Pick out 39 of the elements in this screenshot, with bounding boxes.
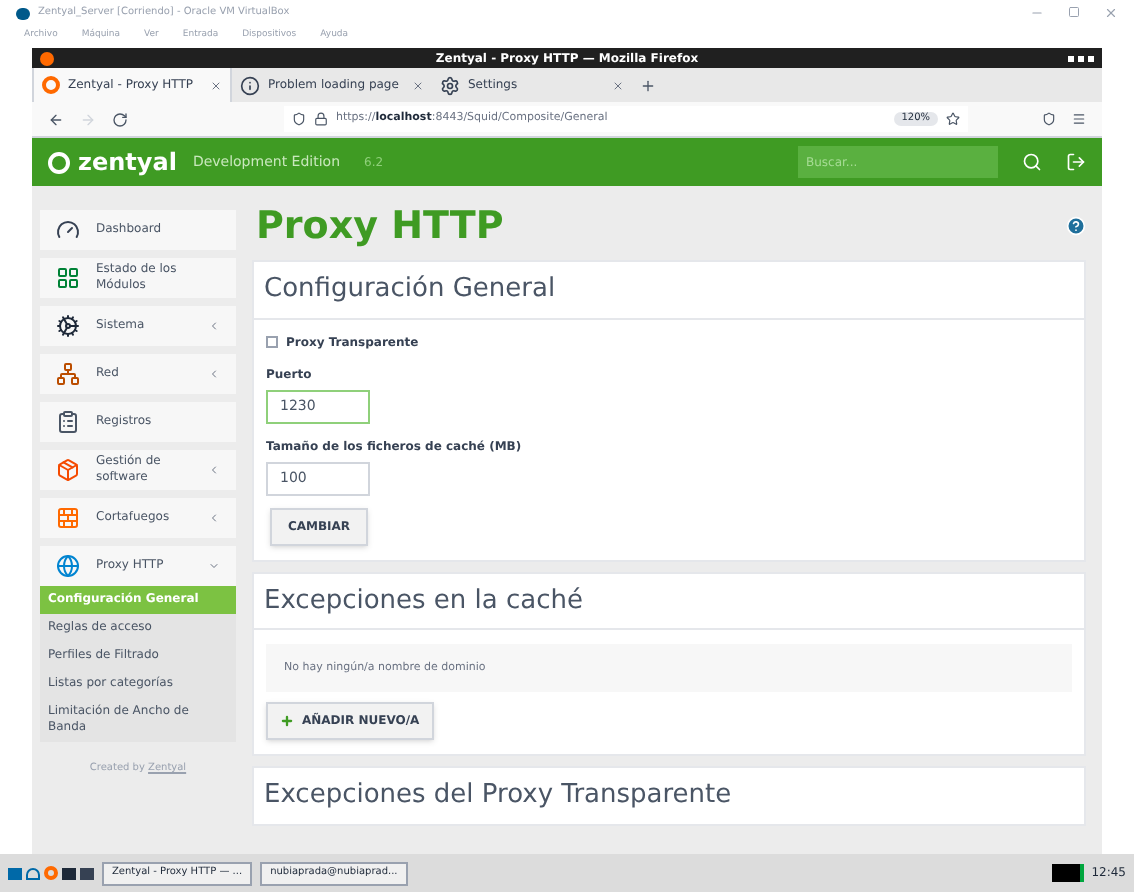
plus-icon bbox=[280, 714, 294, 729]
card-heading: Excepciones del Proxy Transparente bbox=[262, 778, 734, 815]
firefox-icon bbox=[40, 51, 54, 65]
app-icon bbox=[16, 7, 30, 19]
page-title: Proxy HTTP bbox=[254, 204, 504, 248]
logo-text: zentyal bbox=[78, 150, 177, 174]
window-controls-icon[interactable] bbox=[1068, 55, 1094, 61]
close-icon[interactable] bbox=[1104, 6, 1118, 20]
search-icon[interactable] bbox=[1022, 152, 1042, 172]
card-heading: Excepciones en la caché bbox=[254, 573, 1084, 630]
logout-icon[interactable] bbox=[1066, 152, 1086, 172]
reload-icon[interactable] bbox=[112, 111, 128, 127]
brick-wall-icon bbox=[56, 506, 80, 530]
gauge-icon bbox=[56, 218, 80, 242]
shield-icon bbox=[292, 112, 306, 126]
close-icon[interactable] bbox=[210, 79, 222, 91]
star-icon[interactable] bbox=[946, 112, 960, 126]
lock-icon bbox=[314, 112, 328, 126]
card-heading: Configuración General bbox=[254, 262, 1084, 319]
grid-icon bbox=[56, 266, 80, 290]
cpu-graph-icon bbox=[1051, 864, 1084, 882]
network-icon bbox=[56, 362, 80, 386]
maximize-icon[interactable] bbox=[1068, 6, 1080, 18]
close-icon[interactable] bbox=[612, 79, 624, 91]
new-tab-icon[interactable] bbox=[640, 77, 656, 93]
back-icon[interactable] bbox=[48, 111, 64, 127]
info-icon bbox=[240, 75, 260, 95]
taskbar-icons-drawing[interactable] bbox=[8, 866, 94, 880]
package-icon bbox=[56, 458, 80, 482]
help-icon[interactable] bbox=[1066, 216, 1086, 236]
clipboard-icon bbox=[56, 410, 80, 434]
menu-icon[interactable] bbox=[1072, 112, 1086, 126]
close-icon[interactable] bbox=[412, 79, 424, 91]
logo-icon bbox=[48, 151, 70, 173]
ring-icon bbox=[42, 76, 60, 94]
globe-icon bbox=[56, 554, 80, 578]
gear-icon bbox=[56, 314, 80, 338]
gear-icon bbox=[440, 75, 460, 95]
checkbox[interactable] bbox=[266, 336, 278, 348]
